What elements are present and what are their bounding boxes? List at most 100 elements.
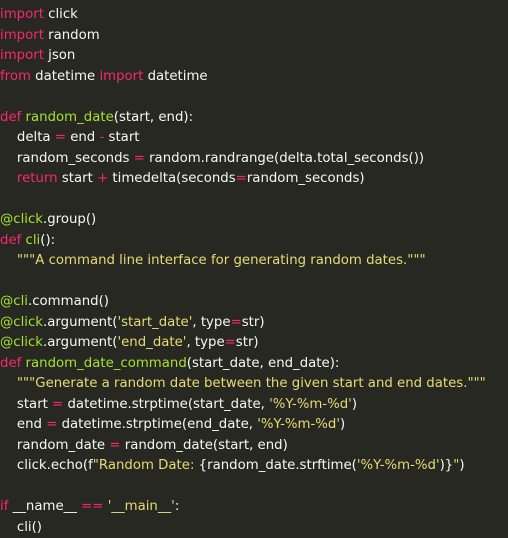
keyword-token: import — [99, 69, 143, 84]
code-token: : — [175, 499, 179, 514]
function-name-token: random_date_command — [26, 356, 187, 371]
code-line[interactable]: """A command line interface for generati… — [0, 251, 508, 272]
code-token: json — [44, 48, 75, 63]
code-token: random_date(start, end) — [121, 438, 288, 453]
code-token: delta — [0, 130, 55, 145]
code-token: start — [104, 130, 139, 145]
code-token: , type — [186, 335, 224, 350]
code-token: datetime — [143, 69, 207, 84]
code-token: .group() — [43, 212, 96, 227]
code-token: ) — [340, 417, 345, 432]
keyword-token: import — [0, 28, 44, 43]
code-token: random_seconds — [0, 151, 134, 166]
keyword-token: def — [0, 110, 21, 125]
code-line[interactable]: end = datetime.strptime(end_date, '%Y-%m… — [0, 415, 508, 436]
code-token: .argument( — [43, 315, 117, 330]
keyword-token: from — [0, 69, 31, 84]
code-token: (start_date, end_date): — [187, 356, 340, 371]
code-token: {random_date.strftime( — [199, 458, 357, 473]
code-token: end — [0, 417, 46, 432]
code-token: .command() — [28, 294, 109, 309]
string-token: """Generate a random date between the gi… — [17, 376, 486, 391]
keyword-token: import — [0, 7, 44, 22]
code-token — [0, 171, 17, 186]
code-token: str) — [242, 315, 265, 330]
code-token: , type — [192, 315, 230, 330]
code-line[interactable] — [0, 87, 508, 108]
code-line[interactable]: from datetime import datetime — [0, 67, 508, 88]
string-token: '%Y-%m-%d' — [269, 397, 352, 412]
keyword-token: + — [97, 171, 108, 186]
code-line[interactable] — [0, 477, 508, 498]
code-line[interactable]: def random_date_command(start_date, end_… — [0, 354, 508, 375]
code-line[interactable]: delta = end - start — [0, 128, 508, 149]
keyword-token: def — [0, 233, 21, 248]
code-token: (start, end): — [114, 110, 193, 125]
code-line[interactable]: if __name__ == '__main__': — [0, 497, 508, 518]
code-line[interactable]: random_date = random_date(start, end) — [0, 436, 508, 457]
code-line[interactable]: @cli.command() — [0, 292, 508, 313]
string-token: "Random Date: — [93, 458, 199, 473]
code-token: random_seconds) — [247, 171, 365, 186]
keyword-token: = — [109, 438, 120, 453]
string-token: '%Y-%m-%d' — [257, 417, 340, 432]
code-token — [0, 253, 17, 268]
code-line[interactable]: def random_date(start, end): — [0, 108, 508, 129]
code-line[interactable]: return start + timedelta(seconds=random_… — [0, 169, 508, 190]
function-name-token: @cli — [0, 294, 28, 309]
code-line[interactable]: def cli(): — [0, 231, 508, 252]
string-token: 'end_date' — [117, 335, 186, 350]
code-token: timedelta(seconds — [108, 171, 235, 186]
keyword-token: == — [81, 499, 103, 514]
code-line[interactable]: @click.group() — [0, 210, 508, 231]
code-token: start — [58, 171, 97, 186]
string-token: 'start_date' — [117, 315, 192, 330]
code-line[interactable]: import click — [0, 5, 508, 26]
code-token: ) — [352, 397, 357, 412]
code-token: random — [44, 28, 100, 43]
code-token — [0, 376, 17, 391]
keyword-token: = — [52, 397, 63, 412]
code-line[interactable] — [0, 272, 508, 293]
function-name-token: cli — [26, 233, 41, 248]
keyword-token: = — [236, 171, 247, 186]
code-line[interactable]: @click.argument('end_date', type=str) — [0, 333, 508, 354]
code-token: click — [44, 7, 78, 22]
code-line[interactable]: """Generate a random date between the gi… — [0, 374, 508, 395]
keyword-token: = — [231, 315, 242, 330]
code-line[interactable] — [0, 190, 508, 211]
code-token: end — [66, 130, 100, 145]
code-line[interactable]: cli() — [0, 518, 508, 538]
code-token: datetime.strptime(end_date, — [57, 417, 257, 432]
code-token: ) — [459, 458, 464, 473]
code-line[interactable]: @click.argument('start_date', type=str) — [0, 313, 508, 334]
keyword-token: = — [55, 130, 66, 145]
keyword-token: import — [0, 48, 44, 63]
code-line[interactable]: start = datetime.strptime(start_date, '%… — [0, 395, 508, 416]
code-line[interactable]: click.echo(f"Random Date: {random_date.s… — [0, 456, 508, 477]
string-token: '__main__' — [108, 499, 175, 514]
code-token: str) — [236, 335, 259, 350]
keyword-token: return — [17, 171, 58, 186]
code-token: cli() — [0, 520, 42, 535]
function-name-token: @click — [0, 212, 43, 227]
code-token: start — [0, 397, 52, 412]
code-token: datetime.strptime(start_date, — [63, 397, 269, 412]
code-token: datetime — [31, 69, 99, 84]
keyword-token: = — [46, 417, 57, 432]
code-token: random.randrange(delta.total_seconds()) — [145, 151, 424, 166]
code-line[interactable]: random_seconds = random.randrange(delta.… — [0, 149, 508, 170]
string-token: """A command line interface for generati… — [17, 253, 426, 268]
code-token: (): — [40, 233, 55, 248]
function-name-token: @click — [0, 315, 43, 330]
keyword-token: = — [134, 151, 145, 166]
code-line[interactable]: import json — [0, 46, 508, 67]
code-line[interactable]: import random — [0, 26, 508, 47]
code-token: click.echo(f — [0, 458, 93, 473]
function-name-token: @click — [0, 335, 43, 350]
code-token: .argument( — [43, 335, 117, 350]
code-editor[interactable]: import clickimport randomimport jsonfrom… — [0, 0, 508, 436]
code-token: )} — [440, 458, 454, 473]
keyword-token: def — [0, 356, 21, 371]
code-token: random_date — [0, 438, 109, 453]
